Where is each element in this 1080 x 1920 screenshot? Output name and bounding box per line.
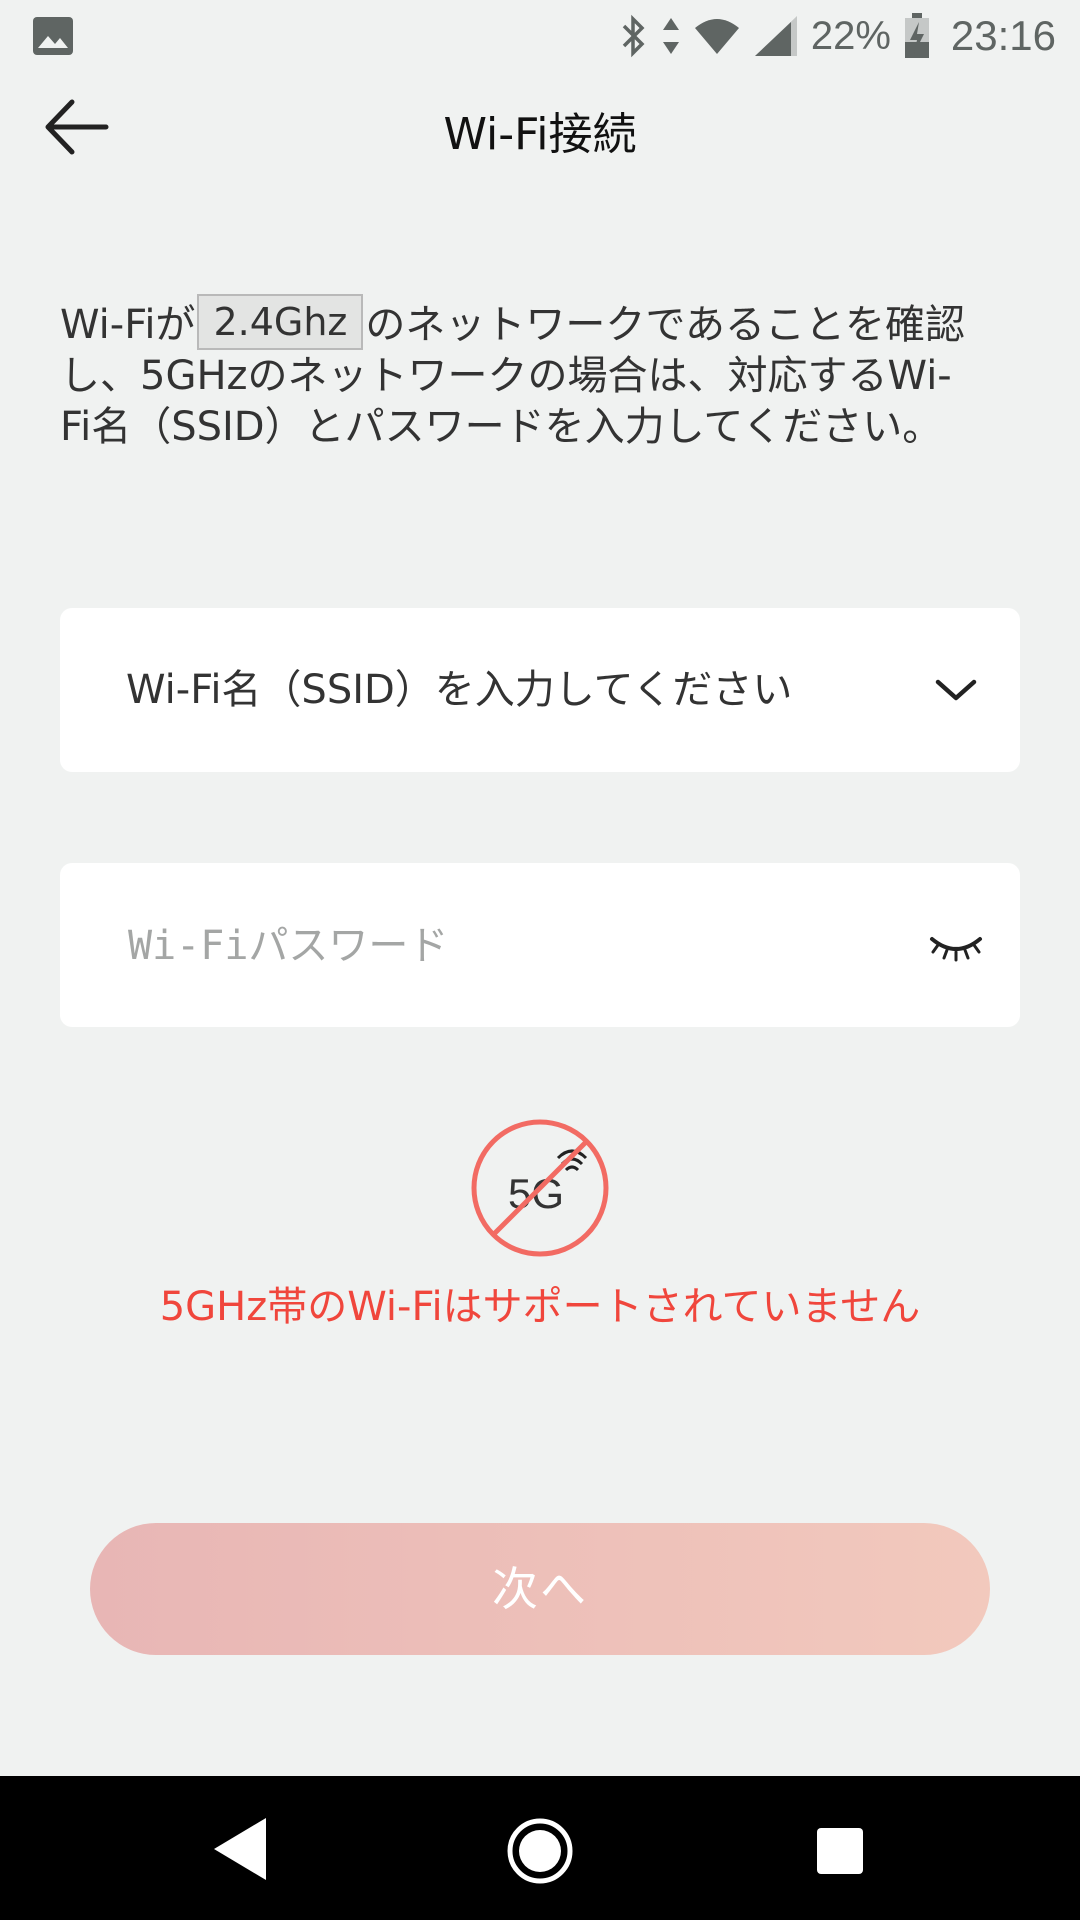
warning-text: 5GHz帯のWi-Fiはサポートされていません <box>159 1284 921 1330</box>
status-bar: 22% 23:16 <box>0 0 1080 72</box>
nav-home-icon[interactable] <box>505 1816 575 1886</box>
status-icons: 22% 23:16 <box>619 6 1056 66</box>
ssid-field[interactable]: Wi-Fi名（SSID）を入力してください <box>60 608 1020 772</box>
wifi-icon <box>694 19 739 54</box>
instruction-text: Wi-Fiが 2.4Ghz のネットワークであることを確認し、5GHzのネットワーク… <box>60 294 980 453</box>
gallery-icon <box>33 17 73 55</box>
next-button[interactable]: 次へ <box>90 1523 990 1655</box>
no-5g-icon: 5G <box>471 1119 609 1257</box>
password-input[interactable] <box>126 915 890 977</box>
ssid-field-text: Wi-Fi名（SSID）を入力してください <box>126 667 793 713</box>
battery-percent: 22% <box>810 13 891 58</box>
system-nav-bar <box>0 1776 1080 1920</box>
app-header: Wi-Fi接続 <box>0 72 1080 182</box>
data-arrows-icon <box>662 18 679 54</box>
chevron-down-icon[interactable] <box>932 670 980 710</box>
page-title: Wi-Fi接続 <box>443 109 637 160</box>
frequency-badge: 2.4Ghz <box>197 294 364 350</box>
battery-charging-icon <box>904 13 929 58</box>
signal-icon <box>754 16 797 56</box>
nav-recent-icon[interactable] <box>815 1826 865 1876</box>
instruction-prefix: Wi-Fiが <box>60 302 196 348</box>
bluetooth-icon <box>622 14 645 58</box>
nav-back-icon[interactable] <box>210 1814 270 1884</box>
clock: 23:16 <box>950 12 1056 59</box>
password-field[interactable] <box>60 863 1020 1027</box>
eye-closed-icon[interactable] <box>928 925 984 965</box>
instruction-suffix: のネットワークであることを確認し、5GHzのネットワークの場合は、対応するWi-… <box>60 302 965 450</box>
